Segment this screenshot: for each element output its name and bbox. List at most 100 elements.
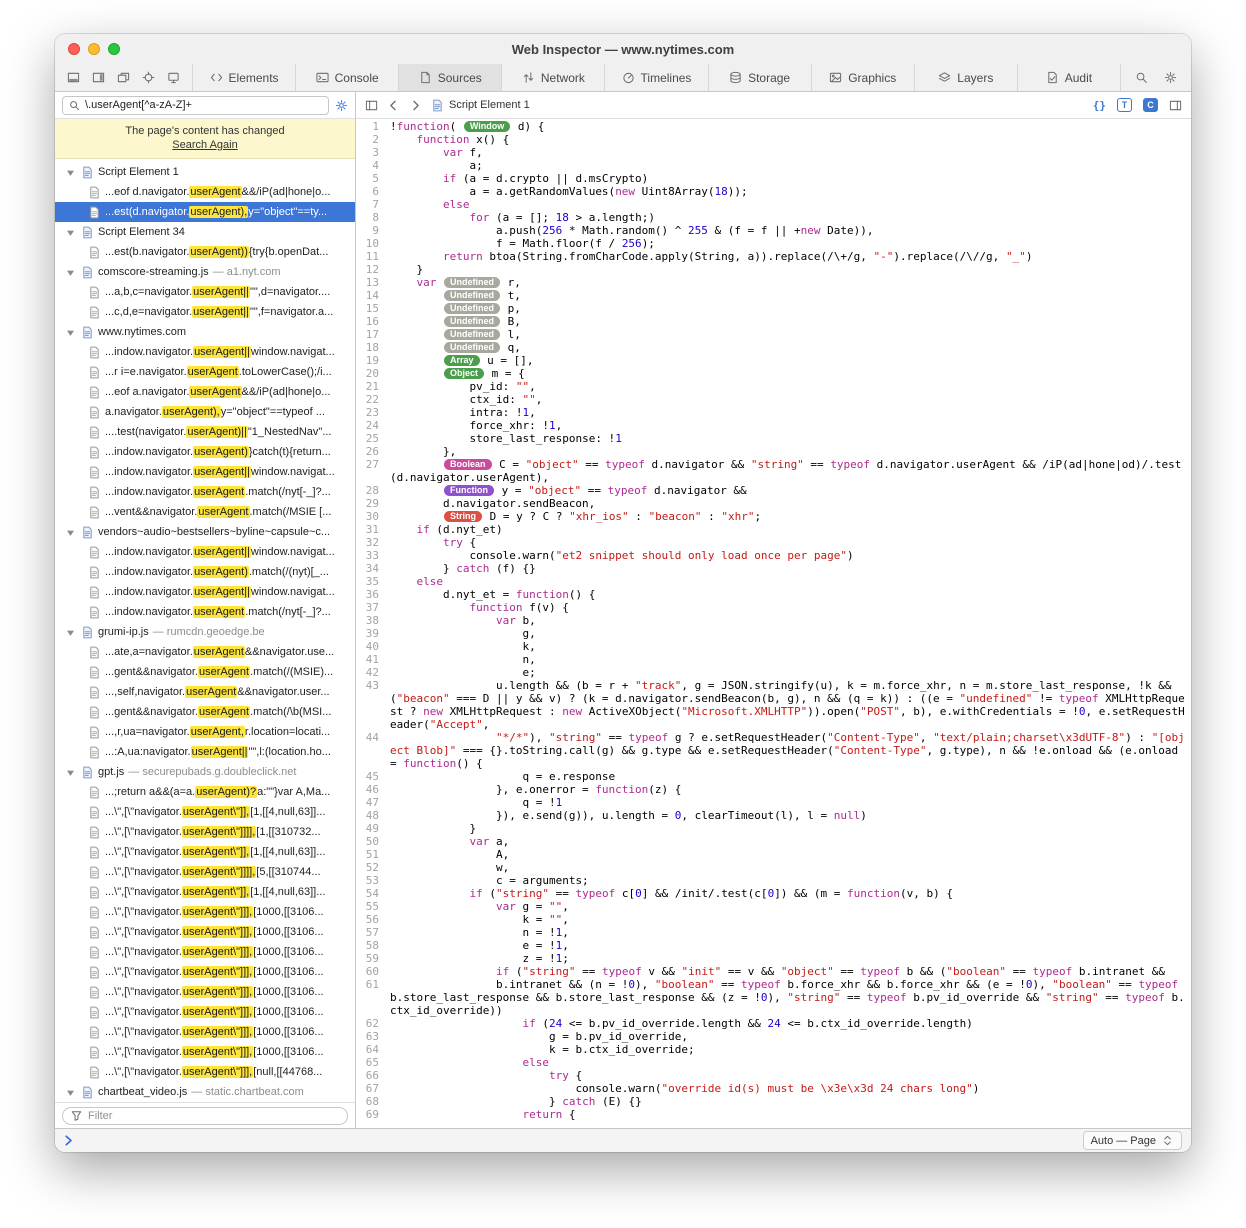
line-number[interactable]: 43 [356, 679, 384, 731]
toolbar-tab-console[interactable]: Console [295, 64, 398, 91]
search-result-row[interactable]: ...indow.navigator.userAgent||window.nav… [55, 462, 355, 482]
line-number[interactable]: 50 [356, 835, 384, 848]
line-number[interactable]: 60 [356, 965, 384, 978]
search-result-row[interactable]: ...\",[\"navigator.userAgent\"]],[1,[[4,… [55, 882, 355, 902]
search-result-row[interactable]: ...\",[\"navigator.userAgent\"]]],[1000,… [55, 942, 355, 962]
line-number[interactable]: 7 [356, 198, 384, 211]
line-number[interactable]: 67 [356, 1082, 384, 1095]
device-settings-icon[interactable] [167, 71, 180, 84]
line-number[interactable]: 19 [356, 354, 384, 367]
line-number[interactable]: 63 [356, 1030, 384, 1043]
search-result-row[interactable]: ...r i=e.navigator.userAgent.toLowerCase… [55, 362, 355, 382]
line-number[interactable]: 40 [356, 640, 384, 653]
line-number[interactable]: 41 [356, 653, 384, 666]
line-number[interactable]: 20 [356, 367, 384, 380]
line-number[interactable]: 35 [356, 575, 384, 588]
line-number[interactable]: 18 [356, 341, 384, 354]
titlebar[interactable]: Web Inspector — www.nytimes.com [55, 34, 1191, 64]
type-profiler-button[interactable]: T [1117, 98, 1132, 112]
line-number[interactable]: 32 [356, 536, 384, 549]
line-number[interactable]: 64 [356, 1043, 384, 1056]
element-picker-icon[interactable] [142, 71, 155, 84]
disclosure-triangle-icon[interactable] [64, 766, 77, 779]
forward-icon[interactable] [409, 99, 422, 112]
line-number[interactable]: 31 [356, 523, 384, 536]
toolbar-tab-graphics[interactable]: Graphics [810, 64, 914, 91]
search-result-row[interactable]: ...ate,a=navigator.userAgent&&navigator.… [55, 642, 355, 662]
line-number[interactable]: 15 [356, 302, 384, 315]
line-number[interactable]: 9 [356, 224, 384, 237]
disclosure-triangle-icon[interactable] [64, 166, 77, 179]
search-result-row[interactable]: ...gent&&navigator.userAgent.match(/\b(M… [55, 702, 355, 722]
line-number[interactable]: 3 [356, 146, 384, 159]
resource-tab[interactable]: Script Element 1 [431, 99, 530, 112]
line-number[interactable]: 13 [356, 276, 384, 289]
search-result-row[interactable]: ...\",[\"navigator.userAgent\"]]],[1000,… [55, 1002, 355, 1022]
line-number[interactable]: 4 [356, 159, 384, 172]
disclosure-triangle-icon[interactable] [64, 326, 77, 339]
tree-group-www-nytimes-com[interactable]: www.nytimes.com [55, 322, 355, 342]
search-field[interactable] [62, 95, 329, 115]
line-number[interactable]: 30 [356, 510, 384, 523]
search-icon[interactable] [1135, 71, 1148, 84]
search-settings-gear-icon[interactable] [335, 99, 348, 112]
line-number[interactable]: 65 [356, 1056, 384, 1069]
search-result-row[interactable]: ...\",[\"navigator.userAgent\"]]],[1000,… [55, 962, 355, 982]
search-result-row[interactable]: ...indow.navigator.userAgent.match(/nyt[… [55, 482, 355, 502]
undock-icon[interactable] [117, 71, 130, 84]
search-result-row[interactable]: ...\",[\"navigator.userAgent\"]]],[1000,… [55, 902, 355, 922]
filter-input[interactable] [88, 1109, 340, 1122]
toolbar-tab-network[interactable]: Network [501, 64, 604, 91]
line-number[interactable]: 14 [356, 289, 384, 302]
tree-group-script-element-1[interactable]: Script Element 1 [55, 162, 355, 182]
line-number[interactable]: 12 [356, 263, 384, 276]
search-again-link[interactable]: Search Again [172, 139, 237, 151]
filter-field[interactable] [62, 1106, 348, 1125]
line-number[interactable]: 58 [356, 939, 384, 952]
minimize-button[interactable] [88, 43, 100, 55]
disclosure-triangle-icon[interactable] [64, 226, 77, 239]
search-result-row[interactable]: ...\",[\"navigator.userAgent\"]]],[null,… [55, 1062, 355, 1082]
sidebar-toggle-icon[interactable] [365, 99, 378, 112]
search-result-row[interactable]: ...vent&&navigator.userAgent.match(/MSIE… [55, 502, 355, 522]
search-result-row[interactable]: ...:A,ua:navigator.userAgent||"",l:(loca… [55, 742, 355, 762]
pretty-print-icon[interactable]: {} [1093, 99, 1106, 112]
line-number[interactable]: 42 [356, 666, 384, 679]
line-number[interactable]: 37 [356, 601, 384, 614]
line-number[interactable]: 38 [356, 614, 384, 627]
search-result-row[interactable]: ...indow.navigator.userAgent||window.nav… [55, 582, 355, 602]
toolbar-tab-audit[interactable]: Audit [1016, 64, 1120, 91]
line-number[interactable]: 28 [356, 484, 384, 497]
search-input[interactable] [85, 99, 323, 111]
line-number[interactable]: 27 [356, 458, 384, 484]
line-number[interactable]: 11 [356, 250, 384, 263]
line-number[interactable]: 47 [356, 796, 384, 809]
tree-group-grumi-ip[interactable]: grumi-ip.js — rumcdn.geoedge.be [55, 622, 355, 642]
toolbar-tab-storage[interactable]: Storage [707, 64, 811, 91]
line-number[interactable]: 46 [356, 783, 384, 796]
line-number[interactable]: 16 [356, 315, 384, 328]
search-result-row[interactable]: ...est(d.navigator.userAgent),y="object"… [55, 202, 355, 222]
search-result-row[interactable]: ...\",[\"navigator.userAgent\"]]],[1000,… [55, 982, 355, 1002]
search-result-row[interactable]: ....test(navigator.userAgent)||"1_Nested… [55, 422, 355, 442]
back-icon[interactable] [387, 99, 400, 112]
search-result-row[interactable]: ...\",[\"navigator.userAgent\"]]],[1000,… [55, 1022, 355, 1042]
line-number[interactable]: 17 [356, 328, 384, 341]
line-number[interactable]: 55 [356, 900, 384, 913]
disclosure-triangle-icon[interactable] [64, 1086, 77, 1099]
dock-bottom-icon[interactable] [67, 71, 80, 84]
line-number[interactable]: 29 [356, 497, 384, 510]
line-number[interactable]: 5 [356, 172, 384, 185]
search-result-row[interactable]: ...c,d,e=navigator.userAgent||"",f=navig… [55, 302, 355, 322]
line-number[interactable]: 1 [356, 120, 384, 133]
line-number[interactable]: 54 [356, 887, 384, 900]
line-number[interactable]: 8 [356, 211, 384, 224]
line-number[interactable]: 34 [356, 562, 384, 575]
search-result-row[interactable]: ...,r,ua=navigator.userAgent,r.location=… [55, 722, 355, 742]
search-result-row[interactable]: ...\",[\"navigator.userAgent\"]]],[1000,… [55, 1042, 355, 1062]
search-result-row[interactable]: ...est(b.navigator.userAgent)){try{b.ope… [55, 242, 355, 262]
dock-side-icon[interactable] [92, 71, 105, 84]
tree-group-script-element-34[interactable]: Script Element 34 [55, 222, 355, 242]
line-number[interactable]: 66 [356, 1069, 384, 1082]
settings-gear-icon[interactable] [1164, 71, 1177, 84]
